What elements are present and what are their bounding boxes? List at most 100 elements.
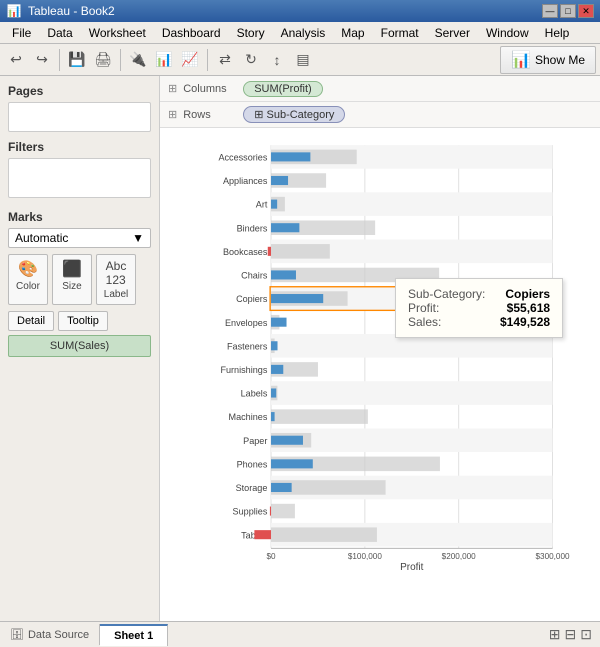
marks-buttons: 🎨 Color ⬛ Size Abc123 Label [8,254,151,305]
save-button[interactable]: 💾 [65,48,89,72]
main-content: Pages Filters Marks Automatic ▼ 🎨 Color … [0,76,600,621]
rows-shelf: ⊞ Rows ⊞ Sub-Category [160,102,600,128]
sheet-tab[interactable]: Sheet 1 [100,624,168,646]
menu-analysis[interactable]: Analysis [273,24,334,42]
size-button[interactable]: ⬛ Size [52,254,92,305]
toolbar-separator-1 [59,49,60,71]
svg-text:Supplies: Supplies [233,507,268,517]
columns-shelf: ⊞ Columns SUM(Profit) [160,76,600,102]
window-title: Tableau - Book2 [28,4,542,18]
app-icon: 📊 [6,3,22,19]
color-button[interactable]: 🎨 Color [8,254,48,305]
data-source-label: Data Source [28,629,89,641]
pages-section: Pages [8,84,151,132]
new-story-icon[interactable]: ⊡ [580,626,592,643]
minimize-button[interactable]: — [542,4,558,18]
menu-server[interactable]: Server [427,24,478,42]
title-bar: 📊 Tableau - Book2 — □ ✕ [0,0,600,22]
show-me-icon: 📊 [511,50,531,70]
svg-text:Storage: Storage [236,483,268,493]
chart-svg: AccessoriesAppliancesArtBindersBookcases… [160,136,600,581]
svg-text:$200,000: $200,000 [442,552,476,561]
chart-container: AccessoriesAppliancesArtBindersBookcases… [160,128,600,621]
svg-text:Copiers: Copiers [236,294,268,304]
svg-text:Binders: Binders [237,223,268,233]
print-button[interactable]: 🖨 [91,48,115,72]
svg-text:$0: $0 [266,552,276,561]
marks-title: Marks [8,210,151,224]
menu-dashboard[interactable]: Dashboard [154,24,229,42]
menu-worksheet[interactable]: Worksheet [81,24,154,42]
toolbar-separator-3 [207,49,208,71]
menu-data[interactable]: Data [39,24,80,42]
new-dashboard-icon[interactable]: ⊟ [565,626,577,643]
menu-story[interactable]: Story [229,24,273,42]
show-me-button[interactable]: 📊 Show Me [500,46,596,74]
sort-btn[interactable]: ↕ [265,48,289,72]
undo-button[interactable]: ↩ [4,48,28,72]
sum-sales-button[interactable]: SUM(Sales) [8,335,151,357]
size-label: Size [62,281,81,292]
swap-btn[interactable]: ⇄ [213,48,237,72]
chart-btn-2[interactable]: 📈 [178,48,202,72]
toolbar: ↩ ↪ 💾 🖨 🔌 📊 📈 ⇄ ↻ ↕ ▤ 📊 Show Me [0,44,600,76]
rows-pill[interactable]: ⊞ Sub-Category [243,106,345,123]
color-icon: 🎨 [18,259,38,279]
redo-button[interactable]: ↪ [30,48,54,72]
svg-text:Art: Art [256,200,268,210]
rows-value: Sub-Category [267,109,335,121]
filters-title: Filters [8,140,151,154]
label-icon: Abc123 [106,259,127,287]
menu-map[interactable]: Map [333,24,372,42]
maximize-button[interactable]: □ [560,4,576,18]
menu-window[interactable]: Window [478,24,537,42]
marks-type-dropdown[interactable]: Automatic ▼ [8,228,151,248]
svg-text:Paper: Paper [243,436,267,446]
filters-section: Filters [8,140,151,198]
svg-text:Bookcases: Bookcases [223,247,268,257]
refresh-btn[interactable]: ↻ [239,48,263,72]
toolbar-separator-2 [120,49,121,71]
svg-text:$300,000: $300,000 [536,552,570,561]
rows-plus-icon: ⊞ [254,109,266,121]
filters-box [8,158,151,198]
columns-pill[interactable]: SUM(Profit) [243,81,322,97]
filter-btn[interactable]: ▤ [291,48,315,72]
svg-text:Accessories: Accessories [218,153,267,163]
label-button[interactable]: Abc123 Label [96,254,136,305]
left-panel: Pages Filters Marks Automatic ▼ 🎨 Color … [0,76,160,621]
marks-type-label: Automatic [15,231,68,245]
tab-icons: ⊞ ⊟ ⊡ [549,626,600,643]
chevron-down-icon: ▼ [132,231,144,245]
size-icon: ⬛ [62,259,82,279]
menu-file[interactable]: File [4,24,39,42]
new-sheet-icon[interactable]: ⊞ [549,626,561,643]
svg-text:Profit: Profit [400,562,423,573]
rows-label: Rows [183,109,243,121]
svg-text:Envelopes: Envelopes [225,318,268,328]
svg-text:$100,000: $100,000 [348,552,382,561]
chart-btn-1[interactable]: 📊 [152,48,176,72]
svg-text:Phones: Phones [237,459,268,469]
detail-button[interactable]: Detail [8,311,54,331]
svg-text:Chairs: Chairs [241,271,268,281]
pages-box [8,102,151,132]
svg-text:Labels: Labels [241,389,268,399]
chart-area: ⊞ Columns SUM(Profit) ⊞ Rows ⊞ Sub-Categ… [160,76,600,621]
marks-section: Marks Automatic ▼ 🎨 Color ⬛ Size Abc123 … [8,210,151,357]
menu-bar: File Data Worksheet Dashboard Story Anal… [0,22,600,44]
tooltip-button[interactable]: Tooltip [58,311,108,331]
svg-text:Fasteners: Fasteners [227,341,268,351]
menu-format[interactable]: Format [373,24,427,42]
label-label: Label [104,289,128,300]
sheet-label: Sheet 1 [114,630,153,642]
menu-help[interactable]: Help [537,24,578,42]
bottom-bar: 🗄 Data Source Sheet 1 ⊞ ⊟ ⊡ [0,621,600,647]
connect-button[interactable]: 🔌 [126,48,150,72]
window-controls[interactable]: — □ ✕ [542,4,594,18]
rows-icon: ⊞ [168,108,177,121]
data-source-tab[interactable]: 🗄 Data Source [0,624,100,645]
close-button[interactable]: ✕ [578,4,594,18]
svg-text:Furnishings: Furnishings [220,365,267,375]
columns-icon: ⊞ [168,82,177,95]
